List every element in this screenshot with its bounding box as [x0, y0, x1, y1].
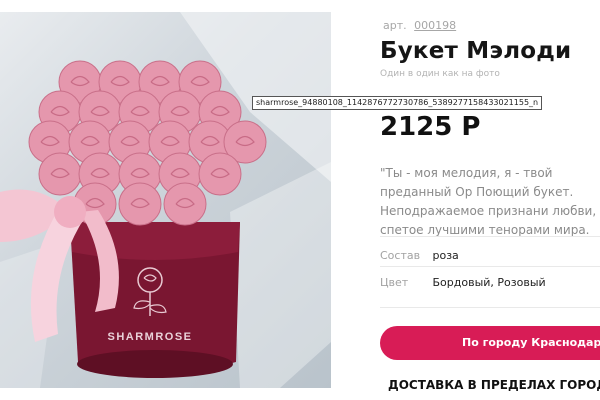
product-info: арт. 000198 Букет Мэлоди Один в один как…	[380, 0, 600, 400]
divider	[380, 236, 600, 237]
image-tooltip: sharmrose_94880108_1142876772730786_5389…	[252, 96, 543, 110]
attribute-value: Бордовый, Розовый	[432, 276, 546, 289]
sku-number-link[interactable]: 000198	[414, 19, 456, 32]
product-price: 2125 Р	[380, 112, 481, 142]
rose	[118, 182, 162, 226]
product-subtitle: Один в один как на фото	[380, 69, 500, 79]
attribute-value: роза	[432, 249, 459, 262]
sku-label: арт.	[383, 19, 407, 32]
bouquet-illustration: SHARMROSE	[0, 12, 331, 388]
attribute-label: Цвет	[380, 276, 409, 289]
divider	[380, 307, 600, 308]
attribute-row-color: Цвет Бордовый, Розовый	[380, 276, 546, 289]
divider	[380, 266, 600, 267]
attribute-row-composition: Состав роза	[380, 249, 459, 262]
product-title: Букет Мэлоди	[380, 38, 572, 64]
box-brand-text: SHARMROSE	[107, 331, 192, 343]
product-description: "Ты - моя мелодия, я - твой преданный Ор…	[380, 166, 597, 237]
sku: арт. 000198	[383, 19, 456, 32]
product-photo[interactable]: SHARMROSE	[0, 12, 331, 388]
rose	[38, 152, 82, 196]
rose	[198, 152, 242, 196]
rose	[163, 182, 207, 226]
attribute-label: Состав	[380, 249, 421, 262]
delivery-heading: ДОСТАВКА В ПРЕДЕЛАХ ГОРОДА	[388, 378, 600, 392]
city-delivery-button[interactable]: По городу Краснодар	[380, 326, 600, 360]
